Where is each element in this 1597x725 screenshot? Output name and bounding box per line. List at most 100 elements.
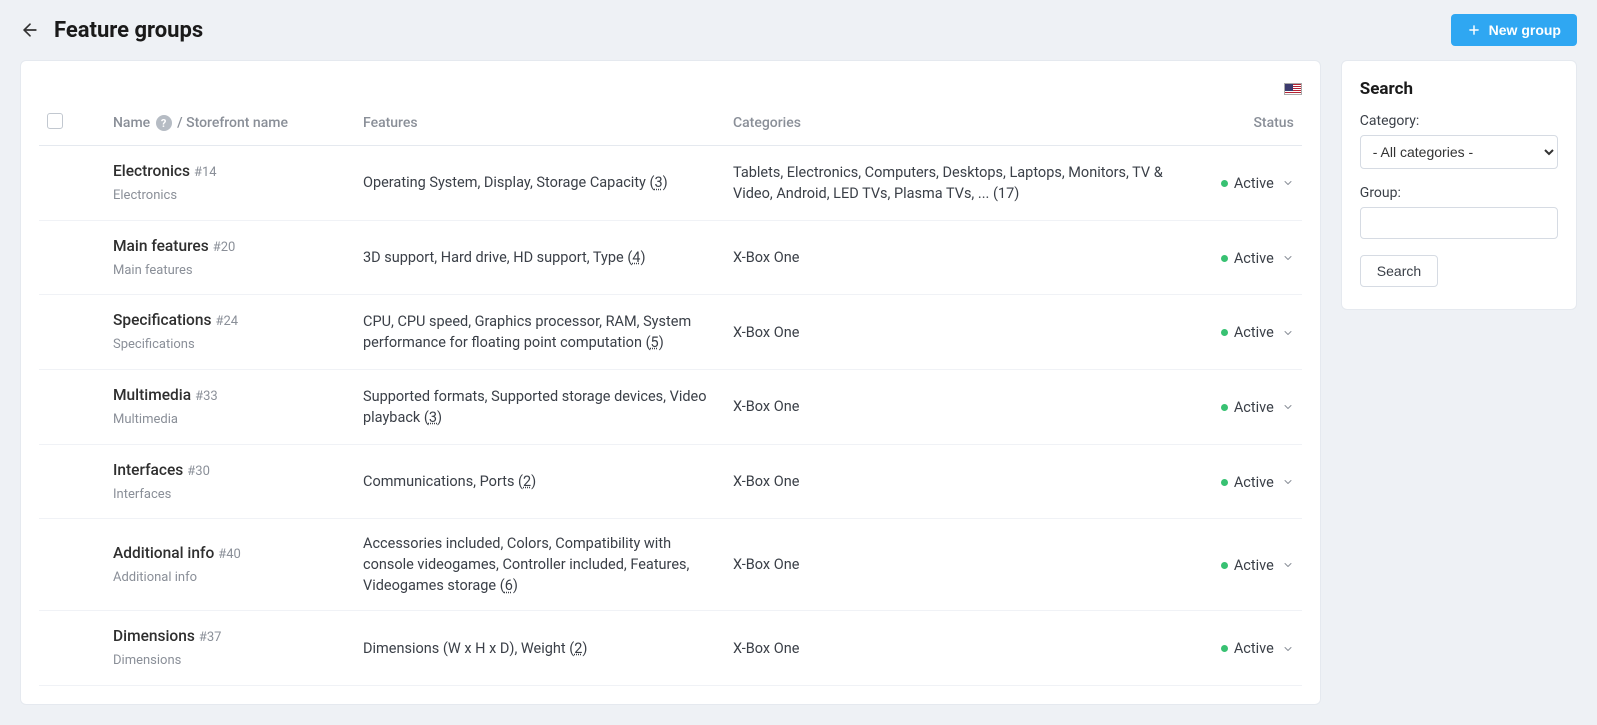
categories-text: X-Box One: [725, 370, 1182, 445]
table-row: Multimedia #33 Multimedia Supported formats…: [39, 370, 1302, 445]
status-active-icon: [1221, 404, 1228, 411]
features-text: CPU, CPU speed, Graphics processor, RAM,…: [363, 313, 691, 351]
group-id: #24: [215, 314, 238, 329]
features-text: Communications, Ports: [363, 473, 518, 490]
features-text: 3D support, Hard drive, HD support, Type: [363, 249, 627, 266]
features-count-link[interactable]: (6): [500, 577, 518, 594]
table-row: Additional info #40 Additional info Accesso…: [39, 519, 1302, 611]
page-header: Feature groups New group: [20, 14, 1577, 46]
status-dropdown[interactable]: Active: [1221, 248, 1294, 269]
table-row: Interfaces #30 Interfaces Communications, P…: [39, 444, 1302, 519]
select-all-checkbox[interactable]: [47, 113, 63, 129]
group-id: #33: [195, 389, 218, 404]
storefront-name: Dimensions: [113, 652, 347, 671]
status-label: Active: [1234, 638, 1274, 659]
features-text: Dimensions (W x H x D), Weight: [363, 640, 569, 657]
category-label: Category:: [1360, 113, 1558, 129]
status-label: Active: [1234, 248, 1274, 269]
group-name-link[interactable]: Main features: [113, 237, 209, 255]
status-dropdown[interactable]: Active: [1221, 322, 1294, 343]
group-id: #37: [199, 630, 222, 645]
features-text: Accessories included, Colors, Compatibil…: [363, 535, 689, 594]
storefront-name: Electronics: [113, 187, 347, 206]
categories-text: X-Box One: [725, 220, 1182, 295]
features-count-link[interactable]: (5): [646, 334, 664, 351]
status-label: Active: [1234, 472, 1274, 493]
group-id: #40: [218, 547, 241, 562]
group-id: #20: [213, 240, 236, 255]
table-row: Dimensions #37 Dimensions Dimensions (W x H…: [39, 611, 1302, 686]
chevron-down-icon: [1282, 327, 1294, 339]
status-active-icon: [1221, 479, 1228, 486]
page-title: Feature groups: [54, 18, 203, 43]
status-dropdown[interactable]: Active: [1221, 173, 1294, 194]
group-input[interactable]: [1360, 207, 1558, 239]
features-count-link[interactable]: (2): [518, 473, 536, 490]
search-panel: Search Category: - All categories - Grou…: [1341, 60, 1577, 310]
col-header-name-prefix: Name: [113, 115, 150, 131]
features-count-link[interactable]: (2): [569, 640, 587, 657]
status-dropdown[interactable]: Active: [1221, 397, 1294, 418]
status-dropdown[interactable]: Active: [1221, 472, 1294, 493]
search-title: Search: [1360, 79, 1558, 99]
new-group-button[interactable]: New group: [1451, 14, 1577, 46]
features-count-link[interactable]: (3): [650, 174, 668, 191]
status-active-icon: [1221, 255, 1228, 262]
storefront-name: Interfaces: [113, 486, 347, 505]
categories-text: X-Box One: [725, 295, 1182, 370]
chevron-down-icon: [1282, 476, 1294, 488]
table-row: Electronics #14 Electronics Operating Syste…: [39, 146, 1302, 221]
chevron-down-icon: [1282, 401, 1294, 413]
chevron-down-icon: [1282, 643, 1294, 655]
language-flag-icon[interactable]: [1284, 83, 1302, 95]
status-label: Active: [1234, 173, 1274, 194]
storefront-name: Specifications: [113, 336, 347, 355]
col-header-categories: Categories: [725, 105, 1182, 146]
col-header-name: Name ? / Storefront name: [105, 105, 355, 146]
features-text: Supported formats, Supported storage dev…: [363, 388, 707, 426]
col-header-name-suffix: / Storefront name: [177, 115, 288, 131]
features-count-link[interactable]: (3): [424, 409, 442, 426]
new-group-label: New group: [1489, 22, 1561, 38]
chevron-down-icon: [1282, 177, 1294, 189]
status-active-icon: [1221, 562, 1228, 569]
storefront-name: Additional info: [113, 569, 347, 588]
status-label: Active: [1234, 397, 1274, 418]
categories-text: Tablets, Electronics, Computers, Desktop…: [725, 146, 1182, 221]
group-name-link[interactable]: Dimensions: [113, 627, 195, 645]
plus-icon: [1467, 23, 1481, 37]
back-arrow-icon[interactable]: [20, 20, 40, 40]
status-label: Active: [1234, 322, 1274, 343]
group-name-link[interactable]: Interfaces: [113, 461, 183, 479]
group-id: #14: [194, 165, 217, 180]
col-header-status: Status: [1182, 105, 1302, 146]
categories-text: X-Box One: [725, 519, 1182, 611]
status-label: Active: [1234, 555, 1274, 576]
table-row: Specifications #24 Specifications CPU, CPU …: [39, 295, 1302, 370]
group-name-link[interactable]: Specifications: [113, 311, 211, 329]
storefront-name: Main features: [113, 262, 347, 281]
status-dropdown[interactable]: Active: [1221, 638, 1294, 659]
status-dropdown[interactable]: Active: [1221, 555, 1294, 576]
table-row: Main features #20 Main features 3D support,…: [39, 220, 1302, 295]
feature-groups-table: Name ? / Storefront name Features Catego…: [39, 105, 1302, 686]
chevron-down-icon: [1282, 252, 1294, 264]
storefront-name: Multimedia: [113, 411, 347, 430]
group-name-link[interactable]: Electronics: [113, 162, 190, 180]
help-icon[interactable]: ?: [156, 115, 172, 131]
group-name-link[interactable]: Additional info: [113, 544, 214, 562]
group-label: Group:: [1360, 185, 1558, 201]
features-text: Operating System, Display, Storage Capac…: [363, 174, 650, 191]
category-select[interactable]: - All categories -: [1360, 135, 1558, 169]
group-name-link[interactable]: Multimedia: [113, 386, 191, 404]
status-active-icon: [1221, 645, 1228, 652]
search-button[interactable]: Search: [1360, 255, 1438, 287]
status-active-icon: [1221, 180, 1228, 187]
categories-text: X-Box One: [725, 444, 1182, 519]
categories-text: X-Box One: [725, 611, 1182, 686]
status-active-icon: [1221, 329, 1228, 336]
chevron-down-icon: [1282, 559, 1294, 571]
features-count-link[interactable]: (4): [627, 249, 645, 266]
group-id: #30: [187, 464, 210, 479]
main-panel: Name ? / Storefront name Features Catego…: [20, 60, 1321, 705]
